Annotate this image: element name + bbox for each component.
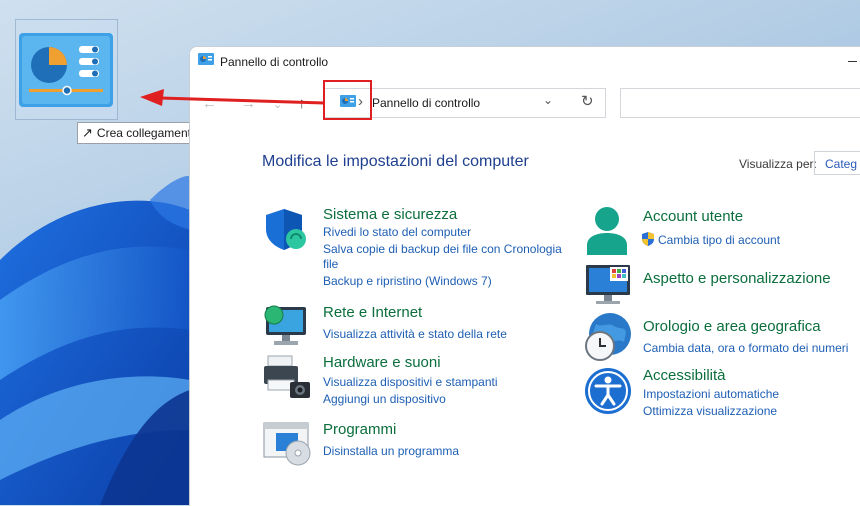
link-uninstall-program[interactable]: Disinstalla un programma: [323, 444, 459, 458]
link-optimize-display[interactable]: Ottimizza visualizzazione: [643, 404, 777, 418]
link-backup-history-cont[interactable]: file: [323, 257, 338, 271]
red-highlight-box: [323, 80, 372, 120]
forward-arrow-icon[interactable]: →: [241, 95, 256, 112]
link-backup-history[interactable]: Salva copie di backup dei file con Crono…: [323, 242, 562, 256]
control-panel-app-icon: [198, 53, 214, 65]
link-backup-restore[interactable]: Backup e ripristino (Windows 7): [323, 274, 492, 288]
view-by-select[interactable]: Categ: [814, 151, 860, 175]
search-input[interactable]: [620, 88, 860, 118]
recent-locations-chevron-icon[interactable]: ⌄: [273, 98, 282, 111]
window-title: Pannello di controllo: [220, 55, 329, 69]
monitor-palette-icon: [586, 265, 630, 304]
user-icon: [587, 207, 627, 255]
shortcut-arrow-icon: ↗: [82, 125, 93, 140]
category-title[interactable]: Accessibilità: [643, 367, 726, 384]
link-add-device[interactable]: Aggiungi un dispositivo: [323, 392, 446, 406]
chevron-down-icon[interactable]: ⌄: [543, 93, 553, 107]
link-change-account-type[interactable]: Cambia tipo di account: [641, 232, 780, 247]
category-title[interactable]: Orologio e area geografica: [643, 318, 821, 335]
category-title[interactable]: Hardware e suoni: [323, 354, 441, 371]
back-arrow-icon[interactable]: ←: [202, 95, 217, 112]
link-network-status[interactable]: Visualizza attività e stato della rete: [323, 327, 507, 341]
link-change-date-format[interactable]: Cambia data, ora o formato dei numeri: [643, 341, 848, 355]
category-title[interactable]: Aspetto e personalizzazione: [643, 270, 831, 287]
control-panel-window: Pannello di controllo ← → ⌄ ↑ › Pannello…: [189, 46, 860, 506]
link-automatic-settings[interactable]: Impostazioni automatiche: [643, 387, 779, 401]
minimize-button[interactable]: [848, 61, 857, 62]
category-title[interactable]: Rete e Internet: [323, 304, 422, 321]
dragged-shortcut-icon[interactable]: [15, 19, 118, 120]
link-review-status[interactable]: Rivedi lo stato del computer: [323, 225, 471, 239]
category-title[interactable]: Programmi: [323, 421, 396, 438]
printer-camera-icon: [264, 355, 310, 398]
refresh-icon[interactable]: ↻: [581, 92, 594, 110]
page-title: Modifica le impostazioni del computer: [262, 153, 529, 170]
navigation-bar: ← → ⌄ ↑ › Pannello di controllo ⌄ ↻: [190, 77, 860, 129]
uac-shield-icon: [642, 232, 654, 246]
title-bar[interactable]: Pannello di controllo: [190, 47, 860, 77]
accessibility-icon: [585, 368, 631, 414]
category-title[interactable]: Account utente: [643, 208, 743, 225]
programs-disc-icon: [263, 422, 311, 466]
shield-icon: [266, 209, 306, 250]
up-arrow-icon[interactable]: ↑: [298, 95, 306, 112]
view-by-label: Visualizza per:: [739, 157, 817, 171]
link-devices-printers[interactable]: Visualizza dispositivi e stampanti: [323, 375, 498, 389]
clock-globe-icon: [585, 313, 631, 361]
link-text[interactable]: Cambia tipo di account: [658, 233, 780, 247]
category-title[interactable]: Sistema e sicurezza: [323, 206, 457, 223]
breadcrumb-location[interactable]: Pannello di controllo: [372, 96, 480, 110]
control-panel-icon: [19, 33, 113, 107]
network-globe-icon: [264, 305, 306, 345]
